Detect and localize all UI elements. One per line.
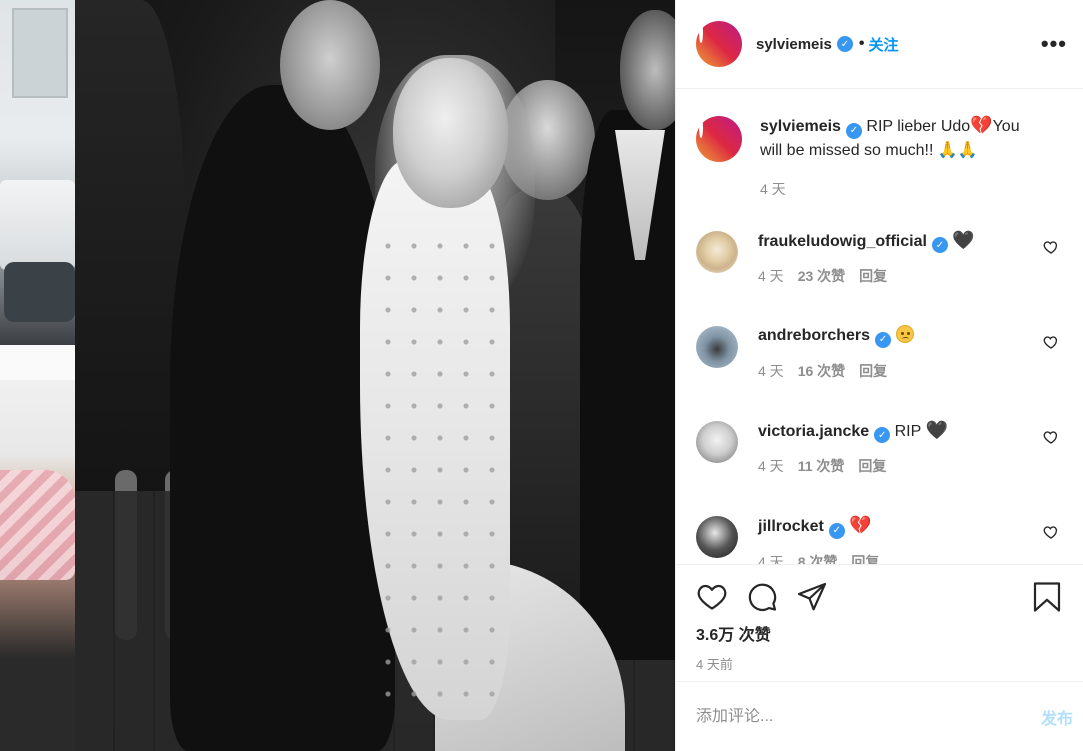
comment-item: andreborchers ✓ 4 天 16 次赞 回复	[696, 324, 1067, 383]
commenter-avatar[interactable]	[696, 326, 738, 368]
caption-text: RIP lieber Udo	[866, 118, 971, 135]
comment-input[interactable]	[696, 707, 1041, 726]
comment-likes[interactable]: 23 次赞	[798, 265, 845, 288]
comment-item: jillrocket ✓ 💔 4 天 8 次赞 回复	[696, 514, 1067, 564]
commenter-avatar[interactable]	[696, 420, 738, 463]
post-comment-button[interactable]: 发布	[1041, 705, 1073, 729]
share-icon[interactable]	[796, 581, 828, 613]
comments-list[interactable]: sylviemeis ✓ RIP lieber Udo💔You will be m…	[676, 90, 1083, 564]
add-comment-bar: 发布	[676, 681, 1083, 751]
comment-item: victoria.jancke ✓ RIP 🖤 4 天 11 次赞 回复	[696, 419, 1067, 479]
peek-image-top	[0, 0, 75, 345]
black-heart-icon: 🖤	[952, 229, 975, 250]
previous-post-peek[interactable]	[0, 0, 75, 751]
follow-button[interactable]: 关注	[869, 34, 899, 55]
broken-heart-icon: 💔	[849, 515, 872, 535]
comment-time[interactable]: 4 天	[758, 455, 784, 478]
commenter-username[interactable]: victoria.jancke	[758, 423, 869, 440]
reply-button[interactable]: 回复	[859, 360, 887, 383]
comment-time[interactable]: 4 天	[758, 360, 784, 383]
verified-badge-icon: ✓	[875, 331, 892, 348]
likes-count[interactable]: 3.6万 次赞	[696, 621, 1063, 645]
comment-likes[interactable]: 8 次赞	[798, 551, 838, 565]
author-avatar[interactable]	[696, 21, 742, 67]
commenter-username[interactable]: jillrocket	[758, 518, 824, 535]
verified-badge-icon: ✓	[874, 427, 891, 443]
separator-dot: •	[858, 35, 865, 52]
praying-hands-icon: 🙏🙏	[937, 141, 978, 159]
verified-badge-icon: ✓	[836, 36, 853, 52]
reply-button[interactable]: 回复	[859, 265, 887, 288]
verified-badge-icon: ✓	[845, 122, 862, 139]
post-header: sylviemeis ✓ • 关注 •••	[676, 0, 1083, 89]
commenter-avatar[interactable]	[696, 516, 738, 558]
comment-item: fraukeludowig_official ✓ 🖤 4 天 23 次赞 回复	[696, 229, 1067, 289]
reply-button[interactable]: 回复	[851, 551, 879, 565]
verified-badge-icon: ✓	[828, 522, 845, 539]
post-caption: sylviemeis ✓ RIP lieber Udo💔You will be m…	[696, 114, 1067, 201]
comment-time[interactable]: 4 天	[758, 551, 784, 565]
post-time[interactable]: 4 天前	[696, 654, 1063, 673]
commenter-username[interactable]: fraukeludowig_official	[758, 233, 927, 250]
author-username[interactable]: sylviemeis	[756, 36, 832, 53]
post-actions: 3.6万 次赞 4 天前	[676, 564, 1083, 681]
caption-time[interactable]: 4 天	[760, 178, 786, 201]
post-photo[interactable]	[75, 0, 675, 751]
more-options-icon[interactable]: •••	[1041, 31, 1067, 57]
reply-button[interactable]: 回复	[858, 455, 886, 478]
post-side-panel: sylviemeis ✓ • 关注 ••• sylviemeis ✓ RIP li…	[675, 0, 1083, 751]
disappointed-face-icon	[895, 325, 914, 343]
caption-username[interactable]: sylviemeis	[760, 118, 841, 135]
comment-time[interactable]: 4 天	[758, 265, 784, 288]
comment-like-heart-icon[interactable]	[1043, 334, 1059, 350]
broken-heart-icon: 💔	[970, 115, 993, 135]
comment-like-heart-icon[interactable]	[1043, 429, 1059, 445]
heart-icon[interactable]	[696, 581, 728, 613]
commenter-username[interactable]: andreborchers	[758, 327, 870, 344]
verified-badge-icon: ✓	[931, 237, 948, 253]
caption-avatar[interactable]	[696, 116, 742, 162]
bookmark-icon[interactable]	[1031, 581, 1063, 613]
black-heart-icon: 🖤	[925, 419, 948, 440]
comment-likes[interactable]: 16 次赞	[798, 360, 845, 383]
comment-like-heart-icon[interactable]	[1043, 239, 1059, 255]
comment-likes[interactable]: 11 次赞	[798, 455, 845, 478]
comment-icon[interactable]	[746, 581, 778, 613]
comment-like-heart-icon[interactable]	[1043, 524, 1059, 540]
commenter-avatar[interactable]	[696, 230, 738, 273]
comment-text: RIP	[894, 422, 922, 440]
